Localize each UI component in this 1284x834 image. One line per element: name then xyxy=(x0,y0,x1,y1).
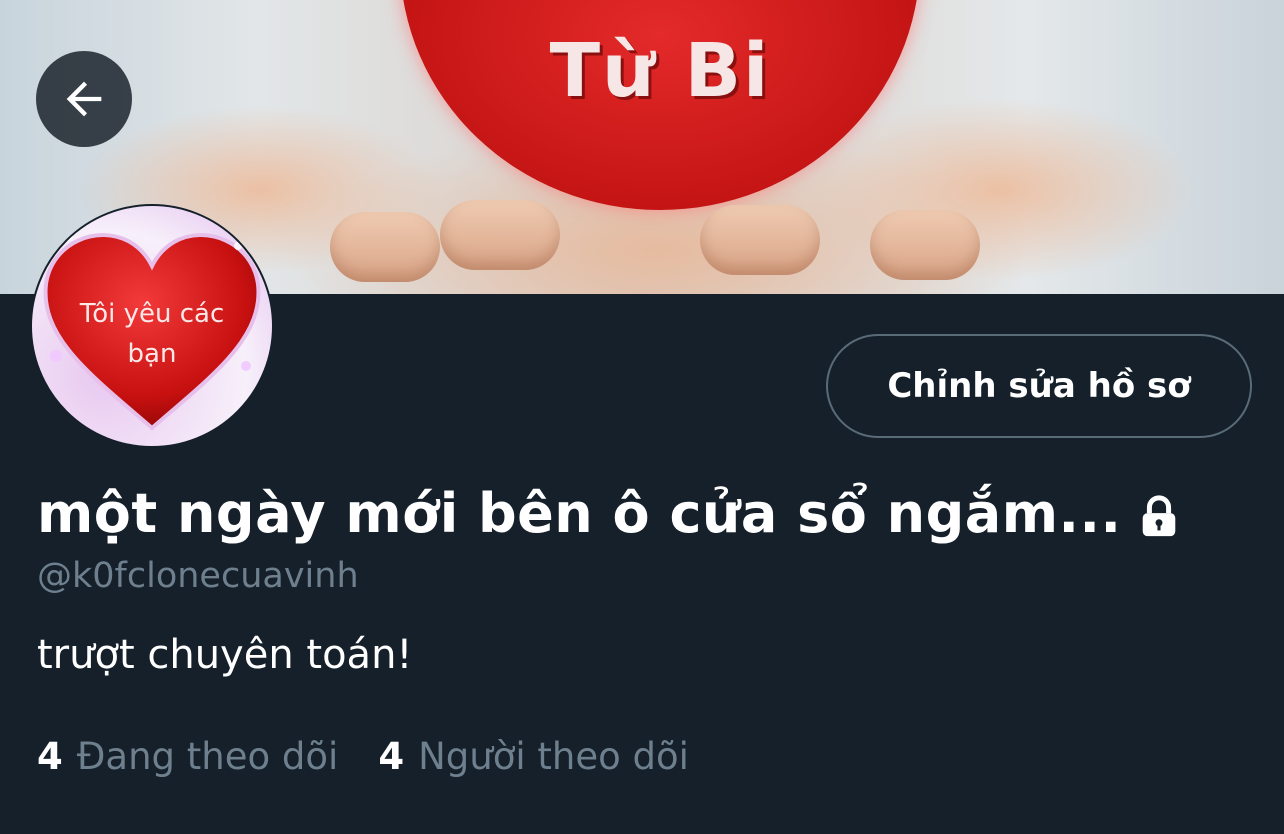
lock-icon xyxy=(1142,494,1175,536)
display-name-row: một ngày mới bên ô cửa sổ ngắm... xyxy=(37,482,1182,545)
edit-profile-button[interactable]: Chỉnh sửa hồ sơ xyxy=(826,334,1252,438)
user-handle: @k0fclonecuavinh xyxy=(37,556,359,596)
avatar-text: Tôi yêu các bạn xyxy=(79,299,225,369)
banner-finger xyxy=(330,212,440,282)
followers-label: Người theo dõi xyxy=(418,735,689,778)
followers-link[interactable]: 4 Người theo dõi xyxy=(378,735,689,778)
banner-text: Từ Bi xyxy=(549,28,771,114)
following-label: Đang theo dõi xyxy=(76,735,339,778)
avatar[interactable]: Tôi yêu các bạn xyxy=(30,204,274,448)
following-count: 4 xyxy=(37,735,63,778)
banner-finger xyxy=(700,205,820,275)
arrow-left-icon xyxy=(66,81,102,117)
follow-stats: 4 Đang theo dõi 4 Người theo dõi xyxy=(37,735,689,778)
banner-finger xyxy=(870,210,980,280)
back-button[interactable] xyxy=(36,51,132,147)
display-name: một ngày mới bên ô cửa sổ ngắm... xyxy=(37,482,1122,545)
banner-finger xyxy=(440,200,560,270)
user-bio: trượt chuyên toán! xyxy=(37,632,413,678)
followers-count: 4 xyxy=(378,735,405,778)
following-link[interactable]: 4 Đang theo dõi xyxy=(37,735,338,778)
